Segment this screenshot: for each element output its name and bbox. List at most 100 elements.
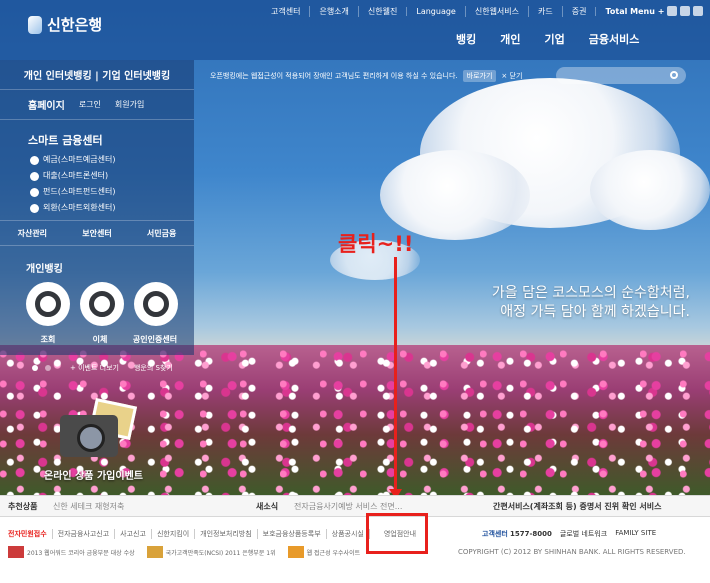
wa-mark-icon bbox=[287, 546, 304, 558]
event-more-link[interactable]: + 이벤트 더보기 bbox=[70, 363, 119, 373]
award-web-award: 2013 웹어워드 코리아 금융부문 대상 수상 bbox=[8, 546, 135, 558]
event-banner-label[interactable]: 온라인 상품 가입이벤트 bbox=[44, 467, 143, 482]
utility-nav: 고객센터 은행소개 신한웰진 Language 신한웹서비스 카드 증권 Tot… bbox=[262, 6, 673, 17]
award-badges: 2013 웹어워드 코리아 금융부문 대상 수상 국가고객만족도(NCSI) 2… bbox=[8, 546, 360, 558]
fx-icon bbox=[30, 203, 39, 213]
login-link[interactable]: 로그인 bbox=[79, 99, 101, 110]
promo-controls: + 이벤트 더보기 행운의 S찾기 bbox=[32, 363, 173, 373]
footer-link-civil-complaint[interactable]: 전자민원접수 bbox=[8, 529, 52, 539]
quick-link-asset[interactable]: 자산관리 bbox=[18, 228, 47, 239]
footer-link-e-finance-report[interactable]: 전자금융사고신고 bbox=[51, 529, 115, 539]
transfer-button[interactable] bbox=[80, 282, 124, 326]
search-icon[interactable] bbox=[670, 71, 678, 79]
twitter-icon[interactable] bbox=[680, 6, 690, 16]
annotation-arrow bbox=[394, 257, 397, 493]
smart-item-fx[interactable]: 외환(스마트외환센터) bbox=[30, 200, 115, 216]
personal-banking-shortcuts bbox=[26, 282, 178, 326]
news-label: 새소식 bbox=[256, 501, 279, 511]
internet-banking-links[interactable]: 개인 인터넷뱅킹 | 기업 인터넷뱅킹 bbox=[0, 60, 194, 90]
main-nav: 뱅킹 개인 기업 금융서비스 bbox=[444, 31, 651, 47]
inquiry-label: 조회 bbox=[40, 335, 56, 344]
footer-link-accident-report[interactable]: 사고신고 bbox=[114, 529, 151, 539]
util-link-web-service[interactable]: 신한웹서비스 bbox=[464, 6, 528, 17]
loan-icon bbox=[30, 171, 39, 181]
annotation-highlight-box bbox=[366, 513, 428, 554]
shinhan-logo-icon bbox=[28, 15, 42, 34]
slogan-line-1: 가을 담은 코스모스의 순수함처럼, bbox=[491, 285, 690, 301]
slogan-line-2: 애정 가득 담아 함께 하겠습니다. bbox=[500, 304, 690, 320]
util-link-bank-intro[interactable]: 은행소개 bbox=[309, 6, 357, 17]
left-panel: 개인 인터넷뱅킹 | 기업 인터넷뱅킹 홈페이지 로그인 회원가입 스마트 금융… bbox=[0, 60, 194, 355]
notice-text: 오픈뱅킹에는 웹접근성이 적용되어 장애인 고객님도 편리하게 이용 하실 수 … bbox=[210, 72, 458, 80]
certificate-label: 공인인증센터 bbox=[132, 335, 178, 344]
nav-banking[interactable]: 뱅킹 bbox=[444, 31, 488, 47]
facebook-icon[interactable] bbox=[667, 6, 677, 16]
footer-link-privacy[interactable]: 개인정보처리방침 bbox=[194, 529, 257, 539]
camera-graphic bbox=[60, 415, 118, 457]
award-accessibility: 웹 접근성 우수사이트 bbox=[287, 546, 360, 558]
lucky-s-link[interactable]: 행운의 S찾기 bbox=[134, 363, 173, 373]
inquiry-icon bbox=[35, 291, 61, 317]
footer-link-product-disclosure[interactable]: 상품공시실 bbox=[325, 529, 369, 539]
util-link-securities[interactable]: 증권 bbox=[561, 6, 596, 17]
hero-slogan: 가을 담은 코스모스의 순수함처럼, 애정 가득 담아 함께 하겠습니다. bbox=[440, 284, 690, 322]
award-icon bbox=[146, 546, 163, 558]
fund-icon bbox=[30, 187, 39, 197]
power-icon bbox=[143, 291, 169, 317]
footer-link-protected-products[interactable]: 보호금융상품등록부 bbox=[256, 529, 326, 539]
smart-center-list: 예금(스마트예금센터) 대출(스마트론센터) 펀드(스마트펀드센터) 외환(스마… bbox=[30, 152, 115, 216]
nav-financial-service[interactable]: 금융서비스 bbox=[577, 31, 652, 47]
smart-item-loan[interactable]: 대출(스마트론센터) bbox=[30, 168, 115, 184]
transfer-label: 이체 bbox=[92, 335, 108, 344]
search-input[interactable] bbox=[556, 67, 686, 84]
notice-close-button[interactable]: × 닫기 bbox=[501, 71, 522, 81]
family-site-select[interactable]: FAMILY SITE bbox=[615, 529, 656, 539]
footer-right-links: 고객센터 1577-8000 글로벌 네트워크 FAMILY SITE bbox=[482, 529, 656, 539]
smart-item-fund[interactable]: 펀드(스마트펀드센터) bbox=[30, 184, 115, 200]
footer-link-guardian[interactable]: 신한지킴이 bbox=[150, 529, 194, 539]
logo[interactable]: 신한은행 bbox=[28, 14, 102, 35]
join-link[interactable]: 회원가입 bbox=[115, 99, 144, 110]
smart-item-deposit[interactable]: 예금(스마트예금센터) bbox=[30, 152, 115, 168]
quick-links: 자산관리 보안센터 서민금융 bbox=[0, 220, 194, 246]
global-network-link[interactable]: 글로벌 네트워크 bbox=[560, 529, 607, 539]
quick-link-security[interactable]: 보안센터 bbox=[82, 228, 111, 239]
deposit-icon bbox=[30, 155, 39, 165]
sns-icons bbox=[667, 6, 703, 16]
top-bar: 신한은행 고객센터 은행소개 신한웰진 Language 신한웹서비스 카드 증… bbox=[0, 0, 710, 60]
click-annotation: 클릭~!! bbox=[338, 232, 414, 256]
nav-personal[interactable]: 개인 bbox=[488, 31, 532, 47]
accessibility-notice: 오픈뱅킹에는 웹접근성이 적용되어 장애인 고객님도 편리하게 이용 하실 수 … bbox=[210, 70, 522, 82]
footer-links: 전자민원접수 전자금융사고신고 사고신고 신한지킴이 개인정보처리방침 보호금융… bbox=[8, 529, 421, 539]
footer-info-bar: 추천상품 신한 세테크 재형저축 새소식 전자금융사기예방 서비스 전면... … bbox=[0, 495, 710, 517]
recommend-label: 추천상품 bbox=[8, 501, 38, 511]
util-link-card[interactable]: 카드 bbox=[528, 6, 562, 17]
award-icon bbox=[8, 546, 24, 558]
quick-link-microfinance[interactable]: 서민금융 bbox=[147, 228, 176, 239]
util-link-wellgin[interactable]: 신한웰진 bbox=[357, 6, 406, 17]
recommend-text[interactable]: 신한 세테크 재형저축 bbox=[53, 501, 124, 512]
slide-dot-active[interactable] bbox=[32, 365, 38, 371]
total-menu-button[interactable]: Total Menu + bbox=[595, 7, 673, 16]
news-text[interactable]: 전자금융사기예방 서비스 전면... bbox=[294, 501, 402, 512]
personal-banking-title: 개인뱅킹 bbox=[26, 264, 63, 275]
copyright: COPYRIGHT (C) 2012 BY SHINHAN BANK. ALL … bbox=[458, 548, 686, 556]
homepage-label: 홈페이지 bbox=[28, 101, 65, 112]
util-link-language[interactable]: Language bbox=[406, 7, 464, 16]
slide-dot[interactable] bbox=[45, 365, 51, 371]
notice-goto-button[interactable]: 바로가기 bbox=[462, 70, 497, 82]
blog-icon[interactable] bbox=[693, 6, 703, 16]
cloud bbox=[380, 150, 530, 240]
customer-center-info: 고객센터 1577-8000 bbox=[482, 530, 552, 538]
transfer-icon bbox=[89, 291, 115, 317]
nav-corporate[interactable]: 기업 bbox=[533, 31, 577, 47]
simple-service-link[interactable]: 간편서비스(계좌조회 등) 증명서 진위 확인 서비스 bbox=[493, 501, 661, 512]
homepage-row: 홈페이지 로그인 회원가입 bbox=[0, 90, 194, 120]
util-link-customer-center[interactable]: 고객센터 bbox=[262, 6, 309, 17]
inquiry-button[interactable] bbox=[26, 282, 70, 326]
smart-center-title[interactable]: 스마트 금융센터 bbox=[28, 132, 103, 148]
award-ncsi: 국가고객만족도(NCSI) 2011 은행부문 1위 bbox=[146, 546, 276, 558]
shortcut-labels: 조회 이체 공인인증센터 bbox=[22, 334, 184, 345]
cloud bbox=[590, 150, 710, 230]
certificate-button[interactable] bbox=[134, 282, 178, 326]
